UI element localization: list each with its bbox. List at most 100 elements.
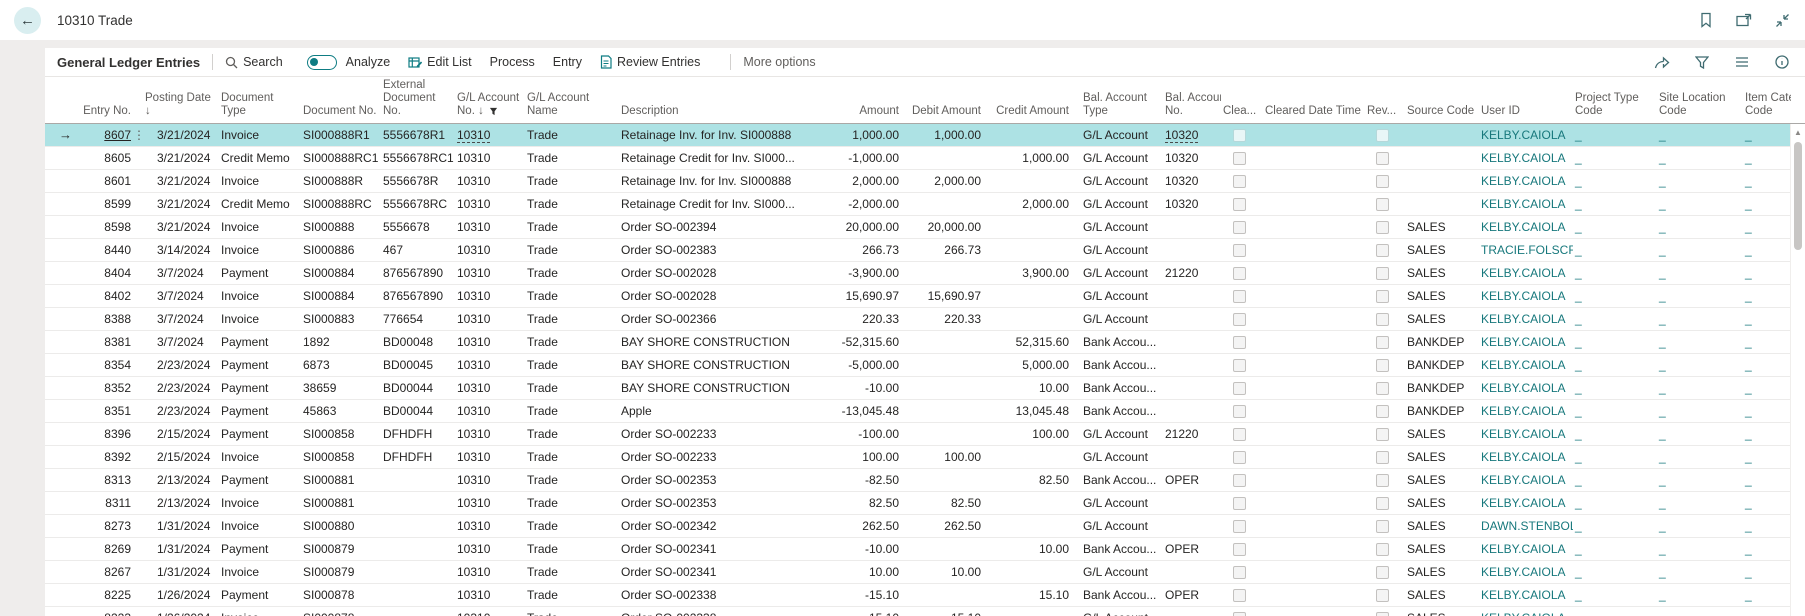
sloc-empty-value[interactable]: _ <box>1659 197 1666 211</box>
table-row[interactable]: 8601 3/21/2024 Invoice SI000888R 5556678R 103… <box>45 170 1805 193</box>
entry-no-link[interactable]: 8269 <box>104 542 131 556</box>
user-id-link[interactable]: KELBY.CAIOLA <box>1481 197 1566 211</box>
sloc-empty-value[interactable]: _ <box>1659 404 1666 418</box>
reversed-checkbox[interactable] <box>1375 221 1389 234</box>
entry-no-link[interactable]: 8225 <box>104 588 131 602</box>
user-id-link[interactable]: KELBY.CAIOLA <box>1481 611 1566 616</box>
icat-empty-value[interactable]: _ <box>1745 588 1752 602</box>
cleared-checkbox[interactable] <box>1232 175 1246 188</box>
reversed-checkbox[interactable] <box>1375 359 1389 372</box>
entry-no-link[interactable]: 8392 <box>104 450 131 464</box>
table-row[interactable]: 8404 3/7/2024 Payment SI000884 876567890 1031… <box>45 262 1805 285</box>
column-header-icat[interactable]: Item CategoCode <box>1743 77 1791 123</box>
ptype-empty-value[interactable]: _ <box>1575 542 1582 556</box>
reversed-checkbox[interactable] <box>1375 290 1389 303</box>
sloc-empty-value[interactable]: _ <box>1659 128 1666 142</box>
icat-empty-value[interactable]: _ <box>1745 450 1752 464</box>
reversed-checkbox[interactable] <box>1375 198 1389 211</box>
table-row[interactable]: 8225 1/26/2024 Payment SI000878 10310 Trade Or… <box>45 584 1805 607</box>
ptype-empty-value[interactable]: _ <box>1575 473 1582 487</box>
bookmark-icon[interactable] <box>1697 11 1715 29</box>
table-row[interactable]: 8273 1/31/2024 Invoice SI000880 10310 Trade Or… <box>45 515 1805 538</box>
entry-no-link[interactable]: 8351 <box>104 404 131 418</box>
entry-no-link[interactable]: 8599 <box>104 197 131 211</box>
icat-empty-value[interactable]: _ <box>1745 611 1752 616</box>
ptype-empty-value[interactable]: _ <box>1575 588 1582 602</box>
table-row[interactable]: 8392 2/15/2024 Invoice SI000858 DFHDFH 10310 T… <box>45 446 1805 469</box>
column-header-doc_type[interactable]: Document Type <box>219 77 301 123</box>
entry-no-link[interactable]: 8440 <box>104 243 131 257</box>
icat-empty-value[interactable]: _ <box>1745 358 1752 372</box>
user-id-link[interactable]: KELBY.CAIOLA <box>1481 427 1566 441</box>
icat-empty-value[interactable]: _ <box>1745 312 1752 326</box>
column-header-amount[interactable]: Amount <box>823 77 911 123</box>
icat-empty-value[interactable]: _ <box>1745 266 1752 280</box>
ptype-empty-value[interactable]: _ <box>1575 151 1582 165</box>
reversed-checkbox[interactable] <box>1375 405 1389 418</box>
icat-empty-value[interactable]: _ <box>1745 565 1752 579</box>
user-id-link[interactable]: KELBY.CAIOLA <box>1481 174 1566 188</box>
sloc-empty-value[interactable]: _ <box>1659 266 1666 280</box>
sloc-empty-value[interactable]: _ <box>1659 542 1666 556</box>
user-id-link[interactable]: KELBY.CAIOLA <box>1481 404 1566 418</box>
cleared-checkbox[interactable] <box>1232 428 1246 441</box>
user-id-link[interactable]: KELBY.CAIOLA <box>1481 335 1566 349</box>
table-row[interactable]: 8269 1/31/2024 Payment SI000879 10310 Trade Or… <box>45 538 1805 561</box>
user-id-link[interactable]: KELBY.CAIOLA <box>1481 565 1566 579</box>
entry-no-link[interactable]: 8605 <box>104 151 131 165</box>
column-header-bal_type[interactable]: Bal. Account Type <box>1081 77 1163 123</box>
cleared-checkbox[interactable] <box>1232 566 1246 579</box>
cleared-checkbox[interactable] <box>1232 497 1246 510</box>
entry-no-link[interactable]: 8404 <box>104 266 131 280</box>
reversed-checkbox[interactable] <box>1375 244 1389 257</box>
user-id-link[interactable]: KELBY.CAIOLA <box>1481 588 1566 602</box>
sloc-empty-value[interactable]: _ <box>1659 243 1666 257</box>
list-view-icon[interactable] <box>1733 53 1751 71</box>
sloc-empty-value[interactable]: _ <box>1659 496 1666 510</box>
table-row[interactable]: 8313 2/13/2024 Payment SI000881 10310 Trade Or… <box>45 469 1805 492</box>
entry-no-link[interactable]: 8223 <box>104 611 131 616</box>
cleared-checkbox[interactable] <box>1232 244 1246 257</box>
ptype-empty-value[interactable]: _ <box>1575 220 1582 234</box>
reversed-checkbox[interactable] <box>1375 152 1389 165</box>
table-row[interactable]: 8440 3/14/2024 Invoice SI000886 467 10310 Trad… <box>45 239 1805 262</box>
sloc-empty-value[interactable]: _ <box>1659 611 1666 616</box>
table-row[interactable]: 8599 3/21/2024 Credit Memo SI000888RC 555667… <box>45 193 1805 216</box>
info-icon[interactable] <box>1773 53 1791 71</box>
ptype-empty-value[interactable]: _ <box>1575 450 1582 464</box>
user-id-link[interactable]: TRACIE.FOLSCR... <box>1481 243 1573 257</box>
ptype-empty-value[interactable]: _ <box>1575 404 1582 418</box>
cleared-checkbox[interactable] <box>1232 313 1246 326</box>
sloc-empty-value[interactable]: _ <box>1659 312 1666 326</box>
sloc-empty-value[interactable]: _ <box>1659 335 1666 349</box>
ptype-empty-value[interactable]: _ <box>1575 519 1582 533</box>
column-header-sloc[interactable]: Site Location Code <box>1657 77 1743 123</box>
column-header-bal_no[interactable]: Bal. AccountNo. <box>1163 77 1221 123</box>
reversed-checkbox[interactable] <box>1375 129 1389 142</box>
column-header-source[interactable]: Source Code <box>1405 77 1479 123</box>
reversed-checkbox[interactable] <box>1375 543 1389 556</box>
sloc-empty-value[interactable]: _ <box>1659 174 1666 188</box>
filter-icon[interactable] <box>1693 53 1711 71</box>
reversed-checkbox[interactable] <box>1375 382 1389 395</box>
ptype-empty-value[interactable]: _ <box>1575 243 1582 257</box>
column-header-debit[interactable]: Debit Amount <box>911 77 993 123</box>
bal_no-value[interactable]: 10320 <box>1165 128 1199 143</box>
reversed-checkbox[interactable] <box>1375 612 1389 616</box>
sloc-empty-value[interactable]: _ <box>1659 358 1666 372</box>
entry-no-link[interactable]: 8607 <box>104 128 131 142</box>
cleared-checkbox[interactable] <box>1232 520 1246 533</box>
entry-no-link[interactable]: 8352 <box>104 381 131 395</box>
entry-no-link[interactable]: 8396 <box>104 427 131 441</box>
user-id-link[interactable]: KELBY.CAIOLA <box>1481 266 1566 280</box>
ptype-empty-value[interactable]: _ <box>1575 565 1582 579</box>
cleared-checkbox[interactable] <box>1232 543 1246 556</box>
user-id-link[interactable]: KELBY.CAIOLA <box>1481 473 1566 487</box>
icat-empty-value[interactable]: _ <box>1745 174 1752 188</box>
share-icon[interactable] <box>1653 53 1671 71</box>
sloc-empty-value[interactable]: _ <box>1659 381 1666 395</box>
cleared-checkbox[interactable] <box>1232 129 1246 142</box>
icat-empty-value[interactable]: _ <box>1745 335 1752 349</box>
table-row[interactable]: 8402 3/7/2024 Invoice SI000884 876567890 1031… <box>45 285 1805 308</box>
cleared-checkbox[interactable] <box>1232 198 1246 211</box>
